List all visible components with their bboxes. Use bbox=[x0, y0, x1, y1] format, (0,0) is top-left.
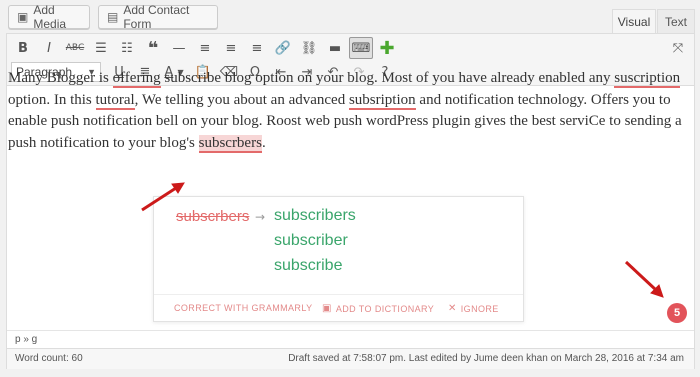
bullet-list-icon[interactable]: ☰ bbox=[89, 37, 113, 59]
correct-with-grammarly-button[interactable]: CORRECT WITH GRAMMARLY bbox=[174, 303, 312, 313]
add-icon[interactable]: ✚ bbox=[375, 37, 399, 59]
add-contact-form-button[interactable]: ▤ Add Contact Form bbox=[98, 3, 218, 31]
align-center-icon[interactable]: ≡ bbox=[219, 37, 243, 59]
add-to-dictionary-button[interactable]: ▣ ADD TO DICTIONARY bbox=[322, 303, 434, 314]
suggestion-item[interactable]: subscribers bbox=[274, 207, 356, 225]
numbered-list-icon[interactable]: ☷ bbox=[115, 37, 139, 59]
element-path: p » g bbox=[7, 330, 694, 348]
grammarly-badge[interactable]: 5 bbox=[667, 303, 687, 323]
add-media-label: Add Media bbox=[33, 3, 67, 31]
dictionary-icon: ▣ bbox=[322, 303, 332, 314]
unlink-icon[interactable]: ⛓ bbox=[297, 37, 321, 59]
bold-icon[interactable]: B bbox=[11, 37, 35, 59]
fullscreen-icon[interactable]: ⤧ bbox=[666, 37, 690, 59]
spelling-error[interactable]: offering bbox=[112, 70, 161, 88]
link-icon[interactable]: 🔗 bbox=[271, 37, 295, 59]
strikethrough-icon[interactable]: ABC bbox=[63, 37, 87, 59]
spelling-error[interactable]: suscription bbox=[614, 70, 681, 88]
toolbar-toggle-icon[interactable]: ⌨ bbox=[349, 37, 373, 59]
content-text: . bbox=[261, 134, 266, 151]
status-bar: Word count: 60 Draft saved at 7:58:07 pm… bbox=[7, 348, 694, 369]
form-icon: ▤ bbox=[107, 10, 119, 24]
ignore-label: IGNORE bbox=[460, 303, 499, 314]
toolbar-row-1: B I ABC ☰ ☷ ❝ — ≡ ≡ ≡ 🔗 ⛓ ▬ ⌨ ✚ bbox=[11, 37, 401, 59]
add-to-dictionary-label: ADD TO DICTIONARY bbox=[335, 303, 435, 314]
spelling-error-selected[interactable]: subscrbers bbox=[198, 134, 262, 153]
correct-with-grammarly-label: CORRECT WITH GRAMMARLY bbox=[174, 303, 313, 313]
media-icon: ▣ bbox=[17, 10, 29, 24]
italic-icon[interactable]: I bbox=[37, 37, 61, 59]
post-content[interactable]: Many Blogger is offering subscribe blog … bbox=[8, 68, 683, 154]
spelling-error[interactable]: subsription bbox=[348, 91, 416, 110]
blockquote-icon[interactable]: ❝ bbox=[141, 37, 165, 59]
word-count: Word count: 60 bbox=[15, 353, 83, 364]
close-icon: ✕ bbox=[448, 303, 457, 314]
horizontal-line-icon[interactable]: — bbox=[167, 37, 191, 59]
add-media-button[interactable]: ▣ Add Media bbox=[8, 3, 90, 31]
content-text: , We telling you about an advanced bbox=[134, 91, 349, 108]
tab-text[interactable]: Text bbox=[657, 9, 695, 33]
divider bbox=[154, 294, 523, 295]
arrow-right-icon: → bbox=[255, 210, 266, 224]
align-left-icon[interactable]: ≡ bbox=[193, 37, 217, 59]
original-word: subscrbers bbox=[176, 208, 250, 225]
add-contact-form-label: Add Contact Form bbox=[123, 3, 190, 31]
suggestion-item[interactable]: subscriber bbox=[274, 232, 348, 250]
grammarly-suggestion-card: subscrbers → subscribers subscriber subs… bbox=[153, 196, 524, 322]
spelling-error[interactable]: tutoral bbox=[95, 91, 135, 110]
ignore-button[interactable]: ✕ IGNORE bbox=[448, 303, 499, 314]
align-right-icon[interactable]: ≡ bbox=[245, 37, 269, 59]
content-text: Many Blogger is bbox=[8, 70, 113, 86]
suggestion-item[interactable]: subscribe bbox=[274, 257, 342, 275]
read-more-icon[interactable]: ▬ bbox=[323, 37, 347, 59]
draft-status: Draft saved at 7:58:07 pm. Last edited b… bbox=[288, 353, 684, 364]
content-text: subscribe blog option on your blog. Most… bbox=[160, 70, 615, 86]
tab-visual[interactable]: Visual bbox=[612, 9, 656, 33]
content-text: option. In this bbox=[8, 91, 96, 108]
